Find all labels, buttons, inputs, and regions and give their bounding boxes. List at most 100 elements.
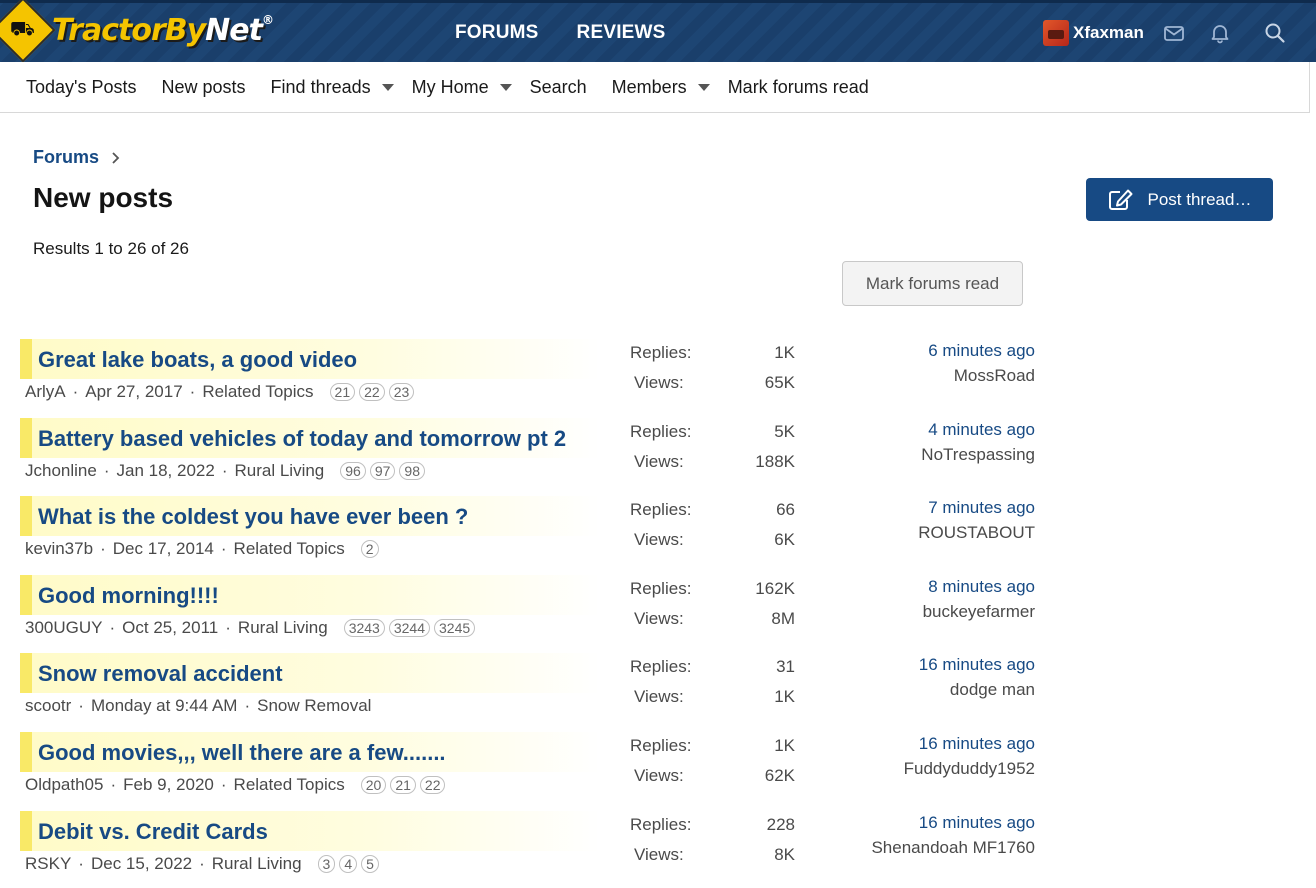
latest-post: 4 minutes ago NoTrespassing <box>795 420 1035 465</box>
subnav-todays-posts[interactable]: Today's Posts <box>26 77 137 98</box>
subnav-my-home[interactable]: My Home <box>412 77 489 98</box>
latest-post-user[interactable]: NoTrespassing <box>795 445 1035 465</box>
page-link[interactable]: 3244 <box>388 618 430 637</box>
page-link[interactable]: 22 <box>419 775 446 794</box>
thread-forum[interactable]: Rural Living <box>234 461 324 481</box>
thread-author[interactable]: Oldpath05 <box>25 775 103 795</box>
search-icon[interactable] <box>1264 22 1286 44</box>
meta-separator: · <box>78 696 84 716</box>
tab-reviews[interactable]: REVIEWS <box>577 22 666 44</box>
thread-title[interactable]: Battery based vehicles of today and tomo… <box>38 426 566 452</box>
thread-forum[interactable]: Related Topics <box>202 382 313 402</box>
members-caret-icon[interactable] <box>697 84 710 91</box>
thread-row: Great lake boats, a good video ArlyA · A… <box>20 339 1050 418</box>
thread-forum[interactable]: Rural Living <box>238 618 328 638</box>
page-link[interactable]: 3245 <box>434 618 476 637</box>
latest-post-user[interactable]: buckeyefarmer <box>795 602 1035 622</box>
thread-author[interactable]: kevin37b <box>25 539 93 559</box>
user-menu[interactable]: Xfaxman <box>1043 20 1144 46</box>
site-logo[interactable]: ⛟ TractorByNet® <box>0 0 274 63</box>
views-count: 1K <box>774 687 795 707</box>
subnav-search[interactable]: Search <box>530 77 587 98</box>
thread-title-highlight: Good movies,,, well there are a few.....… <box>20 731 600 772</box>
latest-post-user[interactable]: MossRoad <box>795 366 1035 386</box>
post-thread-button[interactable]: Post thread… <box>1086 178 1273 221</box>
thread-forum[interactable]: Snow Removal <box>257 696 371 716</box>
thread-start-date[interactable]: Dec 15, 2022 <box>91 854 192 874</box>
latest-post-time[interactable]: 6 minutes ago <box>795 341 1035 361</box>
latest-post-time[interactable]: 16 minutes ago <box>795 813 1035 833</box>
page-link[interactable]: 5 <box>361 854 379 873</box>
views-count: 8K <box>774 844 795 864</box>
thread-title[interactable]: What is the coldest you have ever been ? <box>38 504 468 530</box>
replies-label: Replies: <box>630 657 692 677</box>
subnav-mark-forums-read[interactable]: Mark forums read <box>728 77 869 98</box>
thread-forum[interactable]: Related Topics <box>234 539 345 559</box>
page-link[interactable]: 4 <box>339 854 358 873</box>
mark-forums-read-button[interactable]: Mark forums read <box>842 261 1023 306</box>
page-link[interactable]: 20 <box>360 775 387 794</box>
page-link[interactable]: 22 <box>359 383 385 401</box>
page-link[interactable]: 3243 <box>343 618 385 637</box>
breadcrumb-forums[interactable]: Forums <box>33 147 99 168</box>
latest-post-user[interactable]: Shenandoah MF1760 <box>795 838 1035 858</box>
replies-label: Replies: <box>630 500 692 520</box>
logo-secondary: Net <box>205 12 263 48</box>
latest-post-time[interactable]: 7 minutes ago <box>795 498 1035 518</box>
envelope-icon[interactable] <box>1163 22 1185 44</box>
page-link[interactable]: 21 <box>329 383 356 401</box>
my-home-caret-icon[interactable] <box>499 84 512 91</box>
thread-author[interactable]: RSKY <box>25 854 71 874</box>
thread-author[interactable]: 300UGUY <box>25 618 102 638</box>
latest-post-time[interactable]: 16 minutes ago <box>795 734 1035 754</box>
page-link[interactable]: 96 <box>340 461 366 480</box>
latest-post-time[interactable]: 4 minutes ago <box>795 420 1035 440</box>
page-jump: 2 <box>360 540 379 559</box>
latest-post-time[interactable]: 16 minutes ago <box>795 655 1035 675</box>
thread-title[interactable]: Good movies,,, well there are a few.....… <box>38 740 446 766</box>
thread-title[interactable]: Great lake boats, a good video <box>38 347 357 373</box>
thread-start-date[interactable]: Feb 9, 2020 <box>123 775 214 795</box>
thread-forum[interactable]: Related Topics <box>234 775 345 795</box>
replies-count: 66 <box>776 500 795 520</box>
thread-title[interactable]: Snow removal accident <box>38 661 283 687</box>
thread-stats: Replies: 1K Views: 62K <box>630 736 795 796</box>
page-link[interactable]: 97 <box>369 461 396 480</box>
thread-author[interactable]: Jchonline <box>25 461 97 481</box>
meta-separator: · <box>103 460 110 480</box>
meta-separator: · <box>244 696 251 716</box>
tab-forums[interactable]: FORUMS <box>455 22 539 44</box>
page-link[interactable]: 21 <box>390 775 416 794</box>
meta-separator: · <box>110 774 117 794</box>
page-link[interactable]: 23 <box>388 383 415 401</box>
thread-author[interactable]: ArlyA <box>25 382 66 402</box>
thread-row: Battery based vehicles of today and tomo… <box>20 417 1050 497</box>
subnav-members[interactable]: Members <box>612 77 687 98</box>
thread-start-date[interactable]: Jan 18, 2022 <box>117 461 215 481</box>
subnav-new-posts[interactable]: New posts <box>162 77 246 98</box>
thread-start-date[interactable]: Oct 25, 2011 <box>122 618 218 638</box>
page-link[interactable]: 98 <box>399 461 425 480</box>
thread-start-date[interactable]: Apr 27, 2017 <box>85 382 182 402</box>
tractor-icon: ⛟ <box>0 0 56 63</box>
thread-forum[interactable]: Rural Living <box>212 854 302 874</box>
thread-title[interactable]: Debit vs. Credit Cards <box>38 819 268 845</box>
latest-post-user[interactable]: dodge man <box>795 680 1035 700</box>
thread-start-date[interactable]: Monday at 9:44 AM <box>91 696 237 716</box>
latest-post-time[interactable]: 8 minutes ago <box>795 577 1035 597</box>
breadcrumb: Forums <box>33 147 121 168</box>
bell-icon[interactable] <box>1209 22 1231 44</box>
replies-label: Replies: <box>630 735 692 755</box>
thread-start-date[interactable]: Dec 17, 2014 <box>113 539 214 559</box>
page-jump: 96 97 98 <box>340 461 425 480</box>
page-link[interactable]: 3 <box>317 854 336 873</box>
find-threads-caret-icon[interactable] <box>381 84 394 91</box>
thread-row: What is the coldest you have ever been ?… <box>20 496 1050 575</box>
thread-title[interactable]: Good morning!!!! <box>38 583 219 609</box>
thread-author[interactable]: scootr <box>25 696 71 716</box>
subnav-find-threads[interactable]: Find threads <box>271 77 371 98</box>
page-link[interactable]: 2 <box>360 540 379 559</box>
latest-post-user[interactable]: Fuddyduddy1952 <box>795 759 1035 779</box>
main-nav: FORUMS REVIEWS <box>455 22 666 44</box>
latest-post-user[interactable]: ROUSTABOUT <box>795 523 1035 543</box>
